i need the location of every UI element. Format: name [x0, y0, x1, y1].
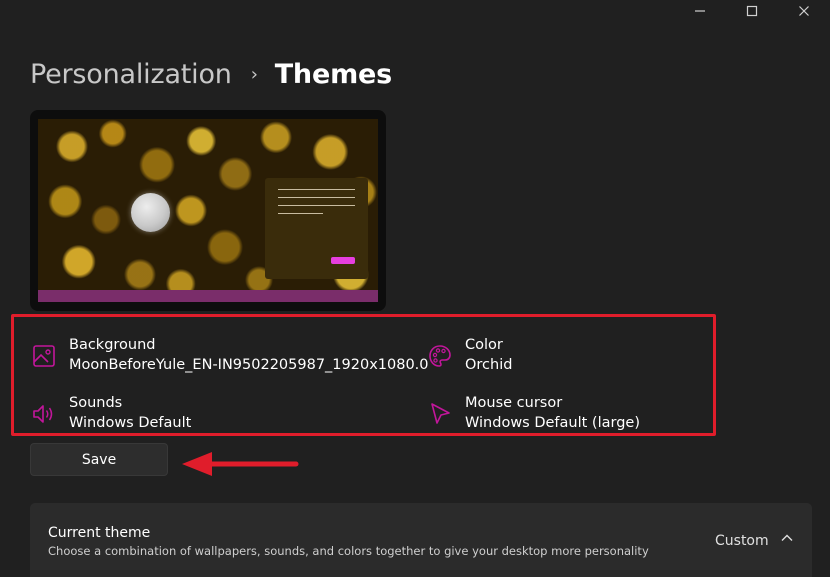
breadcrumb: Personalization › Themes: [30, 56, 392, 92]
close-icon: [799, 6, 809, 16]
current-theme-title: Current theme: [48, 525, 151, 541]
maximize-icon: [746, 5, 758, 17]
minimize-icon: [695, 10, 705, 12]
mouse-cursor-setting[interactable]: Mouse cursor Windows Default (large): [427, 393, 640, 433]
preview-accent-button: [331, 257, 355, 264]
breadcrumb-personalization[interactable]: Personalization: [30, 59, 232, 90]
mouse-cursor-label: Mouse cursor: [465, 395, 563, 411]
sounds-label: Sounds: [69, 395, 123, 411]
save-button[interactable]: Save: [30, 443, 168, 476]
image-icon: [33, 345, 55, 367]
color-label: Color: [465, 337, 503, 353]
close-button[interactable]: [778, 0, 830, 22]
color-setting[interactable]: Color Orchid: [427, 335, 512, 375]
page-title: Themes: [274, 58, 392, 90]
mouse-cursor-value: Windows Default (large): [465, 415, 640, 431]
theme-preview-wallpaper: [38, 119, 378, 302]
current-theme-description: Choose a combination of wallpapers, soun…: [48, 544, 649, 558]
color-value: Orchid: [465, 357, 513, 373]
preview-taskbar: [38, 290, 378, 302]
maximize-button[interactable]: [726, 0, 778, 22]
palette-icon: [429, 345, 451, 367]
minimize-button[interactable]: [674, 0, 726, 22]
sounds-setting[interactable]: Sounds Windows Default: [31, 393, 191, 433]
background-label: Background: [69, 337, 156, 353]
theme-settings-highlight: Background MoonBeforeYule_EN-IN950220598…: [11, 314, 716, 436]
speaker-icon: [33, 405, 53, 423]
annotation-arrow: [182, 452, 299, 476]
cursor-icon: [431, 403, 450, 424]
chevron-up-icon[interactable]: [780, 531, 794, 545]
current-theme-value: Custom: [715, 533, 769, 549]
theme-preview: [30, 110, 386, 311]
breadcrumb-separator: ›: [250, 63, 258, 85]
background-setting[interactable]: Background MoonBeforeYule_EN-IN950220598…: [31, 335, 429, 375]
window-controls: [674, 0, 830, 22]
current-theme-card[interactable]: Current theme Choose a combination of wa…: [30, 503, 812, 577]
sounds-value: Windows Default: [69, 415, 192, 431]
moon-image: [131, 193, 170, 232]
background-value: MoonBeforeYule_EN-IN9502205987_1920x1080…: [69, 357, 429, 373]
preview-window-mock: [265, 178, 368, 279]
